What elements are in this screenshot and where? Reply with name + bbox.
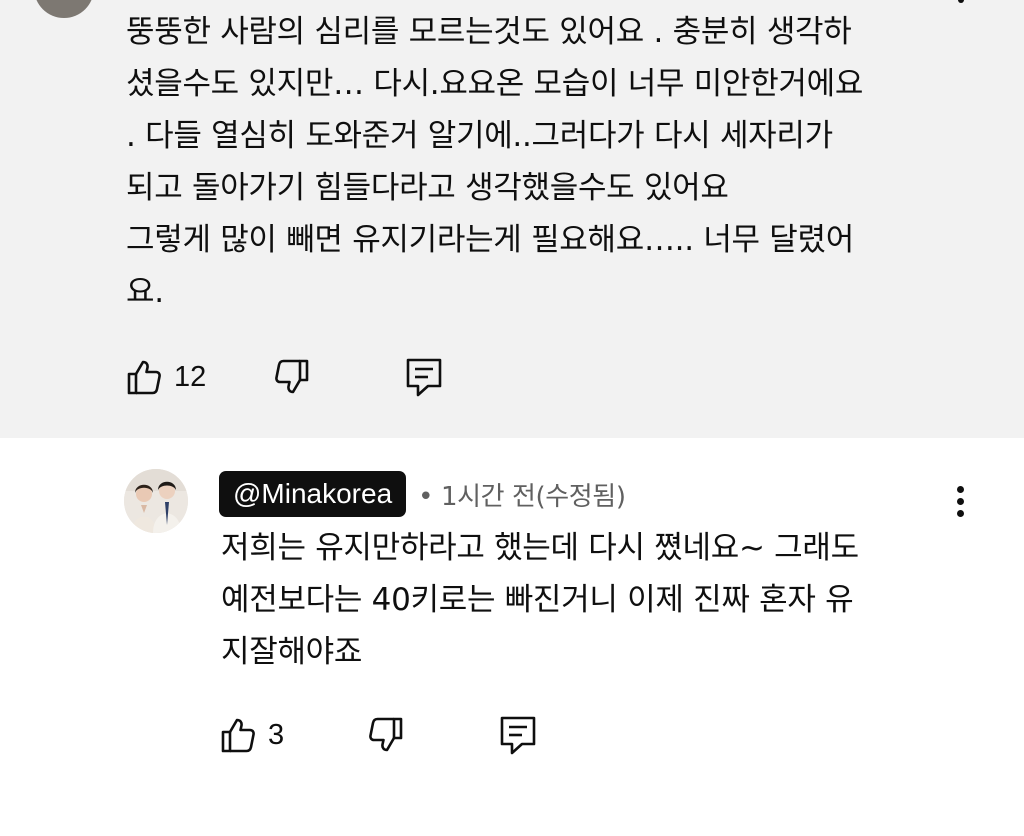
thumbs-up-icon — [221, 718, 255, 753]
reply-header: @Minakorea • 1시간 전(수정됨) — [219, 471, 626, 517]
reply-body: 저희는 유지만하라고 했는데 다시 쪘네요~ 그래도 예전보다는 40키로는 빠… — [221, 522, 859, 678]
comment-line: 지잘해야죠 — [221, 634, 363, 670]
more-vertical-icon[interactable] — [948, 484, 974, 520]
reply-comment-icon — [500, 716, 536, 755]
comment-actions: 12 — [124, 355, 444, 399]
comment-line: 그렇게 많이 빼면 유지기라는게 필요해요….. 너무 달렸어 — [126, 222, 854, 258]
more-vertical-icon[interactable] — [952, 0, 970, 8]
comment-body: 뚱뚱한 사람의 심리를 모르는것도 있어요 . 충분히 생각하 셨을수도 있지만… — [126, 6, 863, 318]
avatar[interactable] — [124, 469, 188, 533]
thumbs-down-icon — [369, 717, 403, 752]
dislike-button[interactable] — [272, 355, 312, 399]
reply-button[interactable] — [404, 355, 444, 399]
reply-actions: 3 — [218, 713, 538, 757]
comment-line: 되고 돌아가기 힘들다라고 생각했을수도 있어요 — [126, 170, 729, 206]
like-button[interactable]: 3 — [218, 713, 284, 757]
avatar[interactable] — [34, 0, 94, 18]
comment-timestamp: • 1시간 전(수정됨) — [418, 481, 626, 512]
like-count: 12 — [174, 360, 207, 393]
comment-line: 뚱뚱한 사람의 심리를 모르는것도 있어요 . 충분히 생각하 — [126, 14, 852, 50]
comment-line: 요. — [126, 274, 164, 310]
highlighted-comment: 뚱뚱한 사람의 심리를 모르는것도 있어요 . 충분히 생각하 셨을수도 있지만… — [0, 0, 1024, 438]
channel-handle[interactable]: @Minakorea — [219, 471, 407, 517]
comment-line: 예전보다는 40키로는 빠진거니 이제 진짜 혼자 유 — [221, 582, 854, 618]
like-button[interactable]: 12 — [124, 355, 206, 399]
channel-avatar-image — [124, 469, 188, 533]
thumbs-down-icon — [275, 359, 309, 394]
comment-line: . 다들 열심히 도와준거 알기에..그러다가 다시 세자리가 — [126, 118, 833, 154]
comment-line: 셨을수도 있지만… 다시.요요온 모습이 너무 미안한거에요 — [126, 66, 864, 102]
like-count: 3 — [268, 718, 285, 751]
dislike-button[interactable] — [366, 713, 406, 757]
thumbs-up-icon — [127, 360, 161, 395]
comment-line: 저희는 유지만하라고 했는데 다시 쪘네요~ 그래도 — [221, 530, 859, 566]
reply-comment-icon — [406, 358, 442, 397]
reply-button[interactable] — [498, 713, 538, 757]
